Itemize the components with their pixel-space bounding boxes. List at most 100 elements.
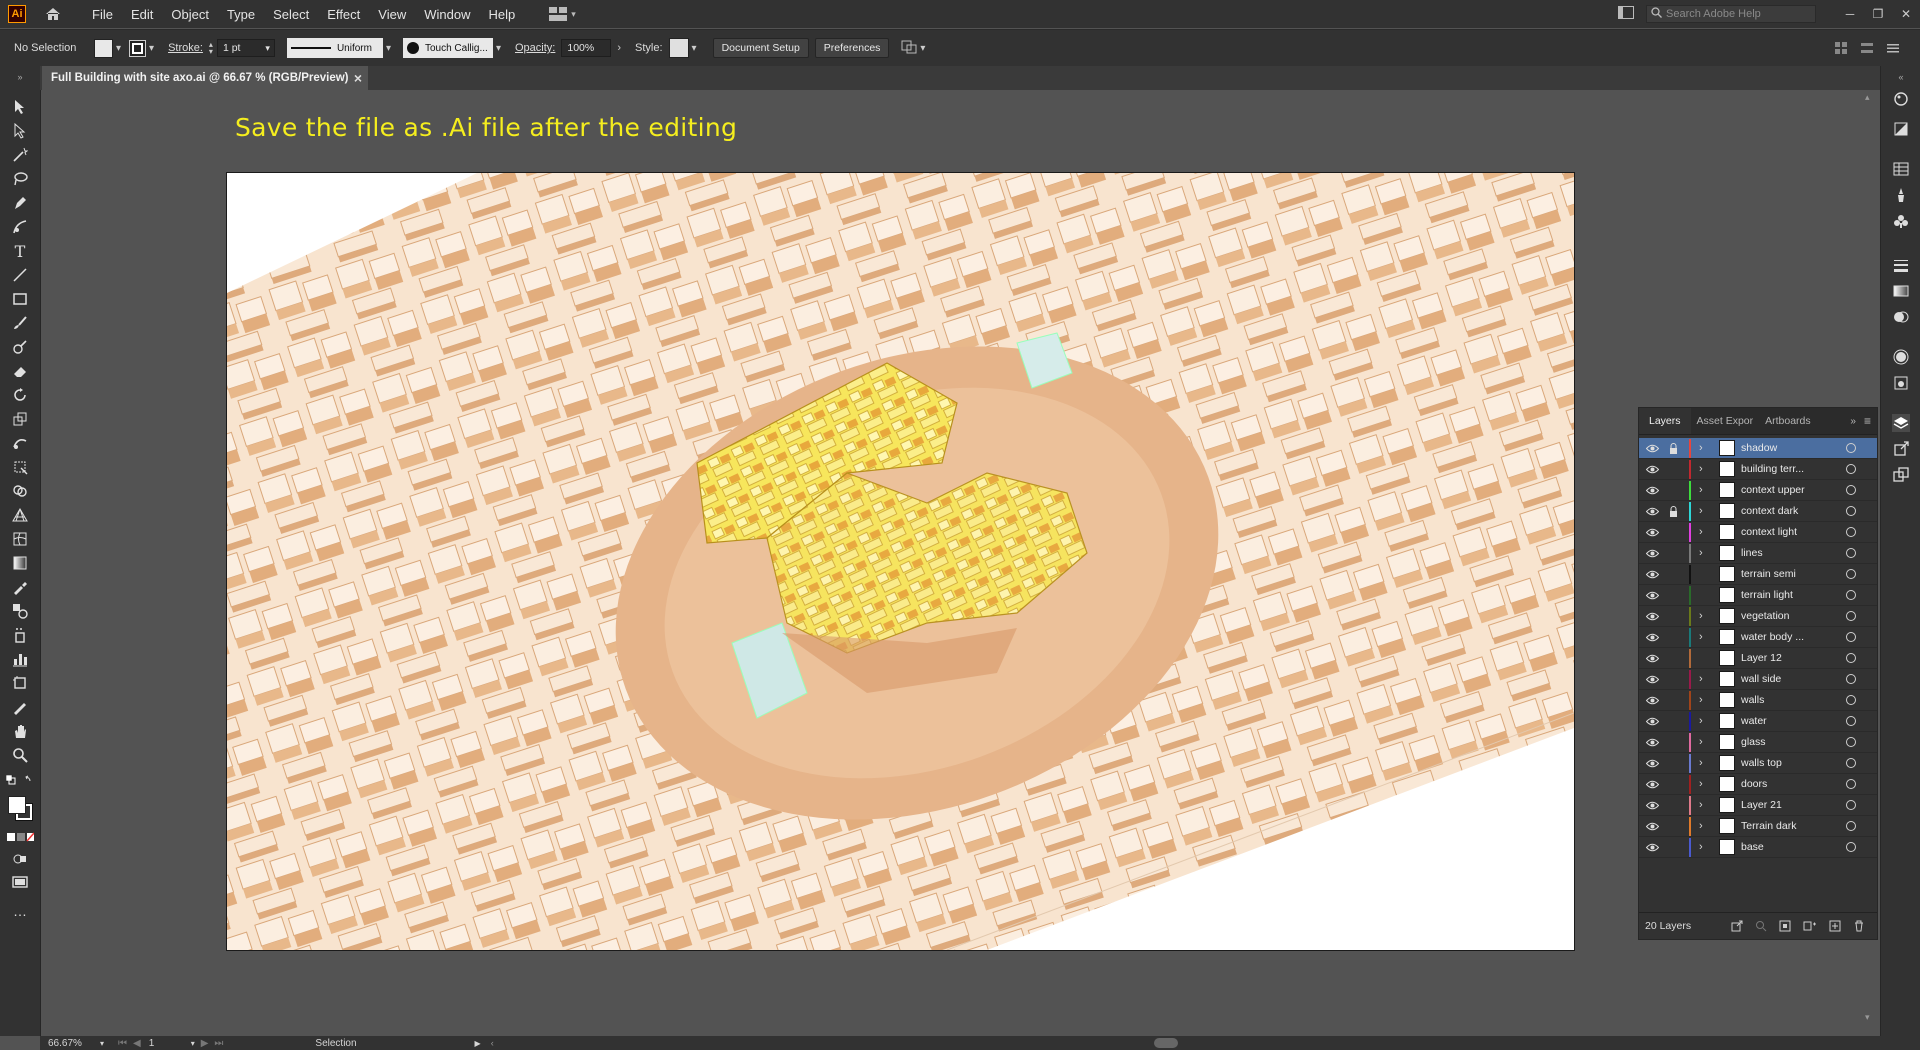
layer-name[interactable]: lines xyxy=(1741,547,1816,559)
layer-name[interactable]: walls xyxy=(1741,694,1816,706)
menu-view[interactable]: View xyxy=(378,7,406,22)
symbols-icon[interactable] xyxy=(1892,212,1910,230)
visibility-eye-icon[interactable] xyxy=(1645,840,1659,854)
layers-panel-icon[interactable] xyxy=(1892,414,1910,432)
zoom-level-input[interactable]: 66.67% ▾ xyxy=(48,1038,104,1049)
lock-toggle[interactable] xyxy=(1667,736,1679,748)
target-circle-icon[interactable] xyxy=(1846,485,1856,495)
tab-artboards[interactable]: Artboards xyxy=(1759,408,1817,434)
lock-toggle[interactable] xyxy=(1667,820,1679,832)
next-artboard-icon[interactable]: ▶ xyxy=(201,1038,209,1049)
layer-row[interactable]: terrain semi xyxy=(1639,564,1877,585)
target-circle-icon[interactable] xyxy=(1846,653,1856,663)
eyedropper-tool-icon[interactable] xyxy=(11,578,29,596)
layer-row[interactable]: › walls xyxy=(1639,690,1877,711)
appearance-panel-icon[interactable] xyxy=(1892,348,1910,366)
minimize-button[interactable]: ─ xyxy=(1836,7,1864,21)
help-search-input[interactable]: Search Adobe Help xyxy=(1646,5,1816,23)
blend-tool-icon[interactable] xyxy=(11,602,29,620)
target-circle-icon[interactable] xyxy=(1846,800,1856,810)
tab-layers[interactable]: Layers xyxy=(1639,408,1691,434)
expand-chevron-icon[interactable]: › xyxy=(1699,463,1709,475)
artboard-tool-icon[interactable] xyxy=(11,674,29,692)
artboard[interactable] xyxy=(226,172,1575,951)
target-circle-icon[interactable] xyxy=(1846,779,1856,789)
column-graph-tool-icon[interactable] xyxy=(11,650,29,668)
visibility-eye-icon[interactable] xyxy=(1645,630,1659,644)
visibility-eye-icon[interactable] xyxy=(1645,735,1659,749)
preferences-button[interactable]: Preferences xyxy=(814,38,890,58)
transparency-panel-icon[interactable] xyxy=(1892,308,1910,326)
layer-row[interactable]: › water body ... xyxy=(1639,627,1877,648)
home-icon[interactable] xyxy=(44,5,62,23)
stroke-stepper-icon[interactable]: ▴ ▾ xyxy=(209,41,213,56)
visibility-eye-icon[interactable] xyxy=(1645,714,1659,728)
layer-name[interactable]: context upper xyxy=(1741,484,1816,496)
tab-asset-export[interactable]: Asset Expor xyxy=(1691,408,1760,434)
menu-object[interactable]: Object xyxy=(171,7,209,22)
visibility-eye-icon[interactable] xyxy=(1645,462,1659,476)
visibility-eye-icon[interactable] xyxy=(1645,672,1659,686)
stroke-swatch[interactable] xyxy=(129,39,147,57)
layer-row[interactable]: › glass xyxy=(1639,732,1877,753)
shape-builder-tool-icon[interactable] xyxy=(11,482,29,500)
stroke-weight-input[interactable]: 1 pt ▾ xyxy=(216,39,275,57)
lock-toggle[interactable] xyxy=(1667,484,1679,496)
target-circle-icon[interactable] xyxy=(1846,506,1856,516)
lock-icon[interactable] xyxy=(1667,505,1679,517)
target-circle-icon[interactable] xyxy=(1846,758,1856,768)
layer-name[interactable]: glass xyxy=(1741,736,1816,748)
workspace-switcher[interactable]: ▾ xyxy=(549,7,576,21)
layer-name[interactable]: vegetation xyxy=(1741,610,1816,622)
magic-wand-tool-icon[interactable] xyxy=(11,146,29,164)
layer-row[interactable]: › lines xyxy=(1639,543,1877,564)
new-layer-icon[interactable] xyxy=(1829,920,1841,932)
distribute-icon[interactable] xyxy=(1860,41,1874,55)
layer-name[interactable]: Layer 12 xyxy=(1741,652,1816,664)
graphic-style-swatch[interactable] xyxy=(668,38,689,58)
visibility-eye-icon[interactable] xyxy=(1645,693,1659,707)
expand-chevron-icon[interactable]: › xyxy=(1699,820,1709,832)
expand-chevron-icon[interactable]: › xyxy=(1699,610,1709,622)
lock-toggle[interactable] xyxy=(1667,778,1679,790)
layer-name[interactable]: Layer 21 xyxy=(1741,799,1816,811)
expand-chevron-icon[interactable]: › xyxy=(1699,631,1709,643)
target-circle-icon[interactable] xyxy=(1846,548,1856,558)
expand-chevron-icon[interactable]: › xyxy=(1699,442,1709,454)
shaper-tool-icon[interactable] xyxy=(11,338,29,356)
target-circle-icon[interactable] xyxy=(1846,443,1856,453)
lock-toggle[interactable] xyxy=(1667,589,1679,601)
layer-name[interactable]: shadow xyxy=(1741,442,1816,454)
layer-name[interactable]: building terr... xyxy=(1741,463,1816,475)
symbol-sprayer-tool-icon[interactable] xyxy=(11,626,29,644)
layer-name[interactable]: terrain light xyxy=(1741,589,1816,601)
lock-toggle[interactable] xyxy=(1667,694,1679,706)
lock-toggle[interactable] xyxy=(1667,631,1679,643)
last-artboard-icon[interactable]: ⏭ xyxy=(214,1038,223,1049)
stroke-label[interactable]: Stroke: xyxy=(168,42,203,54)
target-circle-icon[interactable] xyxy=(1846,611,1856,621)
visibility-eye-icon[interactable] xyxy=(1645,567,1659,581)
gradient-panel-icon[interactable] xyxy=(1892,282,1910,300)
layer-row[interactable]: terrain light xyxy=(1639,585,1877,606)
layer-row[interactable]: › context light xyxy=(1639,522,1877,543)
restore-button[interactable]: ❐ xyxy=(1864,7,1892,21)
layer-row[interactable]: Layer 12 xyxy=(1639,648,1877,669)
expand-chevron-icon[interactable]: › xyxy=(1699,484,1709,496)
menu-window[interactable]: Window xyxy=(424,7,470,22)
horizontal-scroll-thumb[interactable] xyxy=(1153,1038,1178,1048)
lock-toggle[interactable] xyxy=(1667,799,1679,811)
target-circle-icon[interactable] xyxy=(1846,821,1856,831)
scale-tool-icon[interactable] xyxy=(11,410,29,428)
layer-name[interactable]: context light xyxy=(1741,526,1816,538)
eraser-tool-icon[interactable] xyxy=(11,362,29,380)
menu-help[interactable]: Help xyxy=(488,7,515,22)
artboards-panel-icon[interactable] xyxy=(1892,466,1910,484)
first-artboard-icon[interactable]: ⏮ xyxy=(118,1038,127,1049)
target-circle-icon[interactable] xyxy=(1846,695,1856,705)
stroke-profile-select[interactable]: Uniform xyxy=(286,38,383,58)
close-tab-icon[interactable]: × xyxy=(354,70,362,86)
fill-color-swatch[interactable] xyxy=(8,796,26,814)
lock-toggle[interactable] xyxy=(1667,547,1679,559)
paintbrush-tool-icon[interactable] xyxy=(11,314,29,332)
